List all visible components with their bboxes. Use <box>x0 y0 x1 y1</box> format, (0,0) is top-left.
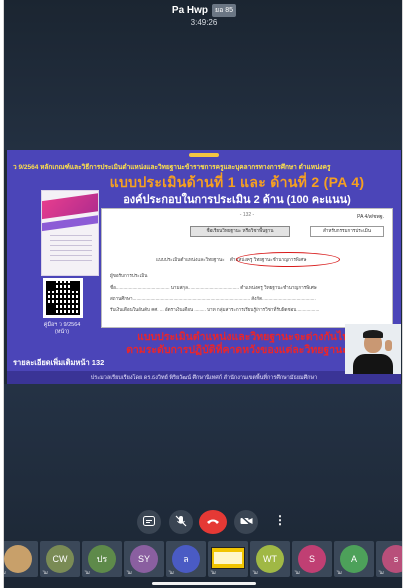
participant-avatar: S <box>298 545 326 573</box>
meeting-header: Pa Hwp ยอ 85 3:49:26 <box>4 4 402 27</box>
manual-cover-image <box>41 190 99 276</box>
more-options-button[interactable]: ⋮ <box>274 513 286 527</box>
mic-toggle-button[interactable] <box>169 510 193 534</box>
mic-off-icon <box>175 515 187 530</box>
participant-avatar: SY <box>130 545 158 573</box>
form-line-school: สถานศึกษา...............................… <box>110 296 316 301</box>
slide-note-line2: ตามระดับการปฏิบัติที่คาดหวังของแต่ละวิทย… <box>126 344 348 356</box>
participant-tile[interactable]: ลไม่ <box>166 541 206 577</box>
form-line-name: ชื่อ....................................… <box>110 285 317 290</box>
participant-name: ไม่ <box>253 570 258 575</box>
participant-tile[interactable]: CW ไม่ <box>40 541 80 577</box>
participant-name: ไม่ <box>3 570 6 575</box>
participant-name: ไม่ <box>295 570 300 575</box>
camera-toggle-button[interactable] <box>234 510 258 534</box>
participant-tile[interactable]: A ไม่ <box>334 541 374 577</box>
meeting-badge: ยอ 85 <box>212 4 237 17</box>
participant-name: ไม่ <box>169 570 174 575</box>
participant-tile[interactable]: s ไม่ <box>376 541 402 577</box>
participant-tile[interactable]: ไม่ <box>208 541 248 577</box>
meeting-timer: 3:49:26 <box>190 18 218 27</box>
participant-avatar: s <box>382 545 402 573</box>
participant-tile[interactable]: ไม่ <box>3 541 38 577</box>
slide-subtitle: องค์ประกอบในการประเมิน 2 ด้าน (100 คะแนน… <box>123 194 351 206</box>
screen-share-thumbnail <box>211 547 245 569</box>
participant-name: ไม่ <box>127 570 132 575</box>
participant-avatar: ล <box>172 545 200 573</box>
participant-avatar: WT <box>256 545 284 573</box>
meeting-window: Pa Hwp ยอ 85 3:49:26 ว 9/2564 หลักเกณฑ์แ… <box>3 0 403 588</box>
slide-heading: ว 9/2564 หลักเกณฑ์และวิธีการประเมินตำแหน… <box>13 164 331 171</box>
participant-tile[interactable]: ปร ไม่ <box>82 541 122 577</box>
assessment-form: - 132 - PA 4/ส/ชพฐ. ชื่อเรียนวิทยฐานะ หร… <box>101 208 393 328</box>
captions-icon <box>143 515 155 529</box>
form-line-applicant: ผู้ขอรับการประเมิน <box>110 273 148 278</box>
form-box-committee: สำหรับกรรมการประเมิน <box>310 226 384 237</box>
home-indicator <box>152 582 256 585</box>
form-box-subject: ชื่อเรียนวิทยฐานะ หรือวิชาพื้นฐาน <box>190 226 290 237</box>
presenter-video[interactable] <box>345 324 401 374</box>
slide-handle <box>189 153 219 157</box>
participant-strip: ไม่CWไม่ปรไม่SYไม่ลไม่ไม่WTไม่Sไม่Aไม่sไ… <box>3 541 402 577</box>
highlight-circle <box>236 252 340 267</box>
participant-avatar: CW <box>46 545 74 573</box>
meeting-title[interactable]: Pa Hwp <box>172 5 208 16</box>
qr-caption: คู่มือฯ ว 9/2564 (หน้า) <box>43 322 81 335</box>
participant-tile[interactable]: WT ไม่ <box>250 541 290 577</box>
participant-name: ไม่ <box>43 570 48 575</box>
participant-tile[interactable]: SY ไม่ <box>124 541 164 577</box>
participant-name: ไม่ <box>85 570 90 575</box>
participant-name: ไม่ <box>211 570 216 575</box>
call-controls: ⋮ <box>4 510 402 538</box>
qr-code-icon <box>43 278 83 318</box>
camera-off-icon <box>239 514 253 529</box>
end-call-button[interactable] <box>199 510 227 534</box>
participant-avatar: ปร <box>88 545 116 573</box>
slide-footer: ประมวลเรียบเรียงโดย ดร.ธงวิทย์ พิริยวัฒน… <box>7 371 401 384</box>
participant-name: ไม่ <box>337 570 342 575</box>
slide-detail: รายละเอียดเพิ่มเติมหน้า 132 <box>13 358 105 367</box>
shared-presentation: ว 9/2564 หลักเกณฑ์และวิธีการประเมินตำแหน… <box>7 150 401 384</box>
participant-tile[interactable]: S ไม่ <box>292 541 332 577</box>
form-line-salary: รับเงินเดือนในอันดับ คศ. ... อัตราเงินเด… <box>110 307 320 312</box>
phone-hangup-icon <box>206 516 220 528</box>
captions-button[interactable] <box>137 510 161 534</box>
participant-avatar: A <box>340 545 368 573</box>
participant-name: ไม่ <box>379 570 384 575</box>
form-page-number: - 132 - <box>239 212 255 218</box>
form-code: PA 4/ส/ชพฐ. <box>357 214 384 220</box>
participant-avatar <box>4 545 32 573</box>
